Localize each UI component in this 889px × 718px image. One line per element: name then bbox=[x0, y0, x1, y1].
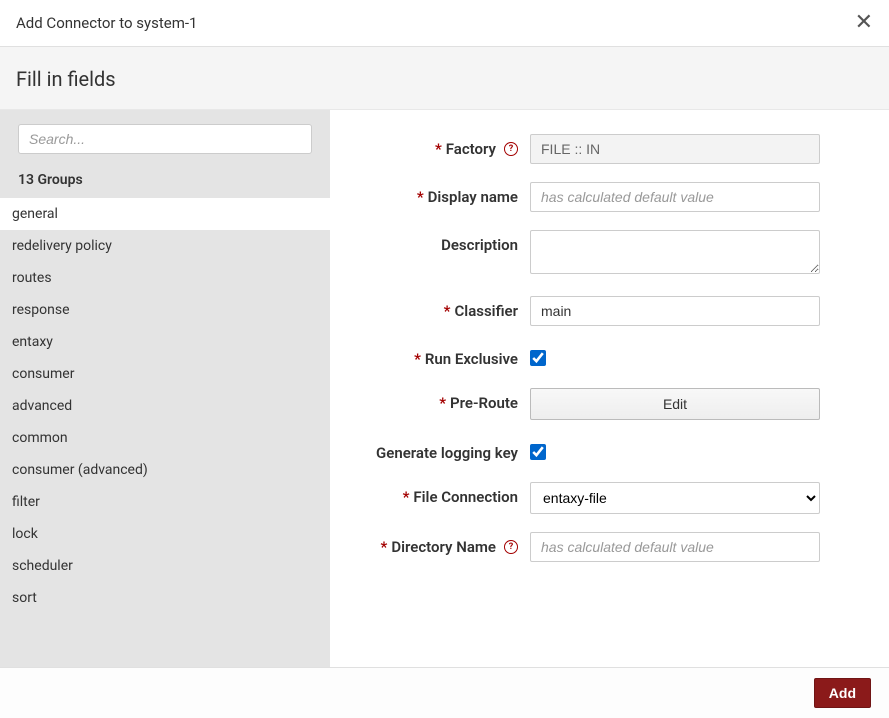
subheader: Fill in fields bbox=[0, 47, 889, 110]
required-star-icon: * bbox=[444, 302, 451, 320]
search-input[interactable] bbox=[18, 124, 312, 154]
sidebar-item-general[interactable]: general bbox=[0, 198, 330, 230]
page-title: Fill in fields bbox=[16, 67, 873, 91]
help-icon[interactable]: ? bbox=[504, 540, 518, 554]
label-factory: * Factory ? bbox=[330, 134, 530, 158]
label-classifier: * Classifier bbox=[330, 296, 530, 320]
row-directory-name: * Directory Name ? bbox=[330, 532, 859, 562]
directory-name-field[interactable] bbox=[530, 532, 820, 562]
sidebar-item-response[interactable]: response bbox=[0, 294, 330, 326]
row-factory: * Factory ? bbox=[330, 134, 859, 164]
sidebar-item-advanced[interactable]: advanced bbox=[0, 390, 330, 422]
required-star-icon: * bbox=[435, 140, 442, 158]
label-directory-name: * Directory Name ? bbox=[330, 532, 530, 556]
sidebar: 13 Groups generalredelivery policyroutes… bbox=[0, 110, 330, 667]
row-run-exclusive: * Run Exclusive bbox=[330, 344, 859, 370]
sidebar-item-entaxy[interactable]: entaxy bbox=[0, 326, 330, 358]
help-icon[interactable]: ? bbox=[504, 142, 518, 156]
generate-logging-key-checkbox[interactable] bbox=[530, 444, 546, 460]
display-name-field[interactable] bbox=[530, 182, 820, 212]
row-description: Description bbox=[330, 230, 859, 278]
group-count: 13 Groups bbox=[0, 164, 330, 198]
factory-field bbox=[530, 134, 820, 164]
classifier-field[interactable] bbox=[530, 296, 820, 326]
sidebar-item-lock[interactable]: lock bbox=[0, 518, 330, 550]
modal-header: Add Connector to system-1 ✕ bbox=[0, 0, 889, 47]
required-star-icon: * bbox=[439, 394, 446, 412]
modal-title: Add Connector to system-1 bbox=[16, 14, 197, 32]
modal-footer: Add bbox=[0, 667, 889, 718]
sidebar-item-sort[interactable]: sort bbox=[0, 582, 330, 614]
description-field[interactable] bbox=[530, 230, 820, 274]
label-generate-logging-key: Generate logging key bbox=[330, 438, 530, 462]
sidebar-item-scheduler[interactable]: scheduler bbox=[0, 550, 330, 582]
label-display-name: * Display name bbox=[330, 182, 530, 206]
row-generate-logging-key: Generate logging key bbox=[330, 438, 859, 464]
required-star-icon: * bbox=[381, 538, 388, 556]
row-pre-route: * Pre-Route Edit bbox=[330, 388, 859, 420]
sidebar-item-redelivery-policy[interactable]: redelivery policy bbox=[0, 230, 330, 262]
required-star-icon: * bbox=[403, 488, 410, 506]
run-exclusive-checkbox[interactable] bbox=[530, 350, 546, 366]
sidebar-item-common[interactable]: common bbox=[0, 422, 330, 454]
label-file-connection: * File Connection bbox=[330, 482, 530, 506]
sidebar-item-consumer[interactable]: consumer bbox=[0, 358, 330, 390]
pre-route-edit-button[interactable]: Edit bbox=[530, 388, 820, 420]
row-display-name: * Display name bbox=[330, 182, 859, 212]
row-classifier: * Classifier bbox=[330, 296, 859, 326]
sidebar-item-consumer-advanced-[interactable]: consumer (advanced) bbox=[0, 454, 330, 486]
add-button[interactable]: Add bbox=[814, 678, 871, 708]
sidebar-item-filter[interactable]: filter bbox=[0, 486, 330, 518]
form-panel: * Factory ? * Display name Description bbox=[330, 110, 889, 667]
label-pre-route: * Pre-Route bbox=[330, 388, 530, 412]
row-file-connection: * File Connection entaxy-file bbox=[330, 482, 859, 514]
sidebar-item-routes[interactable]: routes bbox=[0, 262, 330, 294]
required-star-icon: * bbox=[417, 188, 424, 206]
close-icon[interactable]: ✕ bbox=[855, 12, 873, 34]
label-description: Description bbox=[330, 230, 530, 254]
required-star-icon: * bbox=[414, 350, 421, 368]
file-connection-select[interactable]: entaxy-file bbox=[530, 482, 820, 514]
label-run-exclusive: * Run Exclusive bbox=[330, 344, 530, 368]
